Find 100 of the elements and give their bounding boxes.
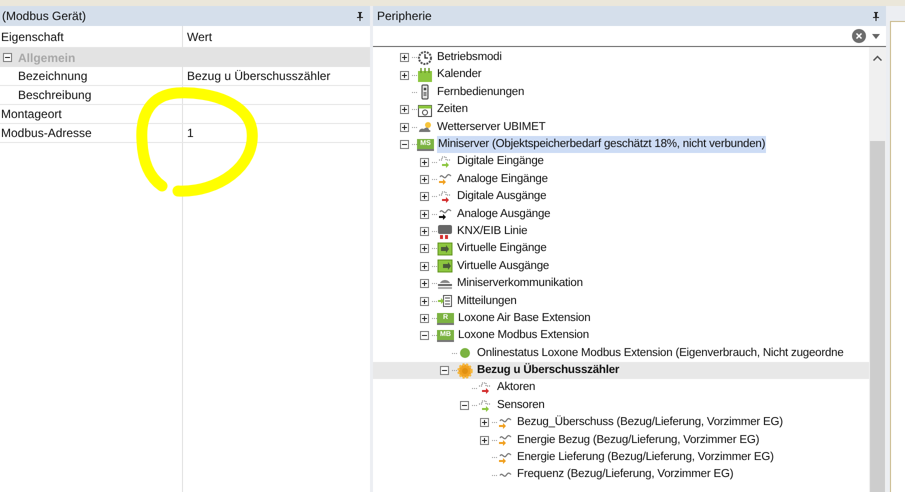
scrollbar-thumb[interactable] [870, 141, 885, 492]
property-name: Modbus-Adresse [0, 124, 183, 142]
tree-row[interactable]: Energie Bezug (Bezug/Lieferung, Vorzimmer EG) [373, 432, 869, 449]
tree-item[interactable]: Zeiten [436, 101, 469, 118]
tree-row[interactable]: Virtuelle Ausgänge [373, 258, 869, 276]
virtual-io-icon [437, 258, 453, 274]
property-name: Beschreibung [0, 86, 183, 104]
expand-icon[interactable] [400, 70, 409, 80]
tree-row[interactable]: Betriebsmodi [373, 49, 869, 66]
tree-item[interactable]: Sensoren [496, 396, 546, 414]
tree-item[interactable]: Mitteilungen [456, 292, 518, 310]
tree-item[interactable]: Energie Lieferung (Bezug/Lieferung, Vorzimmer EG) [516, 449, 775, 466]
column-header[interactable]: Eigenschaft [0, 26, 183, 47]
tree-row[interactable]: Fernbedienungen [373, 84, 869, 102]
expand-icon[interactable] [400, 105, 409, 114]
tree-row[interactable]: Mitteilungen [373, 292, 869, 310]
virtual-io-icon [437, 240, 453, 257]
clock-icon [417, 50, 433, 66]
tree-row[interactable]: Aktoren [373, 379, 869, 397]
property-value[interactable]: 1 [183, 124, 370, 142]
tree-row[interactable]: Kalender [373, 66, 869, 84]
tree-row[interactable]: Wetterserver UBIMET [373, 118, 869, 136]
signal-arrow-icon [437, 171, 453, 188]
tree-row[interactable]: Energie Lieferung (Bezug/Lieferung, Vorzimmer EG) [373, 448, 869, 466]
collapse-icon[interactable] [440, 366, 449, 376]
tree-item[interactable]: Miniserverkommunikation [456, 275, 584, 292]
signal-arrow-icon [437, 154, 453, 170]
tree-row[interactable]: Miniserverkommunikation [373, 275, 869, 292]
tree-item[interactable]: Virtuelle Eingänge [456, 240, 548, 258]
tree-item[interactable]: Wetterserver UBIMET [436, 118, 546, 136]
tree-row[interactable]: KNX/EIB Linie [373, 222, 869, 240]
expand-icon[interactable] [420, 158, 429, 167]
scrollbar[interactable] [869, 47, 886, 492]
expand-icon[interactable] [420, 210, 429, 219]
tree-item[interactable]: Digitale Ausgänge [456, 188, 548, 206]
tree-item[interactable]: Bezug_Überschuss (Bezug/Lieferung, Vorzimmer EG) [516, 414, 784, 432]
tree-item[interactable]: KNX/EIB Linie [456, 222, 528, 240]
column-header[interactable]: Wert [183, 26, 370, 47]
collapse-icon[interactable] [400, 140, 409, 150]
expand-icon[interactable] [480, 436, 489, 445]
expand-icon[interactable] [420, 227, 429, 236]
clear-icon[interactable] [852, 29, 866, 43]
category-label: Allgemein [18, 50, 76, 66]
expand-icon[interactable] [420, 192, 429, 202]
wave-icon [498, 472, 512, 478]
tree-row[interactable]: Frequenz (Bezug/Lieferung, Vorzimmer EG) [373, 466, 869, 484]
tree-item[interactable]: Digitale Eingänge [456, 153, 545, 171]
property-name: Bezeichnung [0, 67, 183, 85]
tree-item[interactable]: Aktoren [496, 379, 536, 397]
signal-arrow-icon [437, 188, 453, 205]
tree-item[interactable]: Energie Bezug (Bezug/Lieferung, Vorzimmer EG) [516, 432, 760, 449]
tree-item[interactable]: Onlinestatus Loxone Modbus Extension (Eigenverbrauch, Nicht zugeordne [476, 344, 845, 362]
search-field[interactable] [373, 26, 886, 47]
tree-item[interactable]: Analoge Ausgänge [456, 206, 552, 223]
list-arrow-icon [437, 293, 453, 310]
tree-item[interactable]: Frequenz (Bezug/Lieferung, Vorzimmer EG) [516, 466, 734, 484]
tree-item[interactable]: Loxone Modbus Extension [457, 327, 590, 345]
property-value[interactable]: Bezug u Überschusszähler [183, 67, 370, 85]
tree-row[interactable]: Bezug u Überschusszähler [373, 362, 869, 380]
gear-icon [457, 362, 473, 379]
expand-icon[interactable] [420, 279, 429, 288]
expand-icon[interactable] [420, 174, 429, 184]
collapse-icon[interactable] [3, 53, 12, 62]
tree-item[interactable]: Analoge Eingänge [456, 170, 549, 188]
signal-arrow-icon [477, 380, 493, 396]
signal-arrow-icon [497, 432, 513, 448]
panel-title: Peripherie [377, 8, 432, 25]
expand-icon[interactable] [420, 262, 429, 271]
expand-icon[interactable] [480, 418, 489, 428]
tree-row[interactable]: Analoge Ausgänge [373, 206, 869, 223]
tree-item[interactable]: Kalender [436, 66, 482, 84]
tree-row[interactable]: Sensoren [373, 396, 869, 414]
tree-row[interactable]: Analoge Eingänge [373, 170, 869, 188]
signal-arrow-icon [477, 398, 493, 414]
tree-item[interactable]: Fernbedienungen [436, 84, 526, 102]
panel-title: (Modbus Gerät) [2, 8, 86, 25]
tree-item[interactable]: Miniserver (Objektspeicherbedarf geschätzt 18%, nicht verbunden) [437, 136, 766, 154]
dropdown-caret-icon[interactable] [872, 34, 880, 38]
expand-icon[interactable] [420, 296, 429, 306]
collapse-icon[interactable] [460, 401, 469, 410]
signal-arrow-icon [437, 206, 453, 222]
tree-item[interactable]: Bezug u Überschusszähler [476, 362, 620, 380]
pin-icon[interactable] [872, 12, 880, 20]
pin-icon[interactable] [356, 12, 364, 20]
tree-row[interactable]: Digitale Eingänge [373, 153, 869, 171]
knx-device-icon [437, 224, 453, 240]
tree-item[interactable]: Virtuelle Ausgänge [456, 258, 550, 275]
expand-icon[interactable] [420, 244, 429, 254]
tree-row[interactable]: Bezug_Überschuss (Bezug/Lieferung, Vorzimmer EG) [373, 414, 869, 432]
scroll-up-icon[interactable] [873, 55, 882, 61]
tree-row[interactable]: Digitale Ausgänge [373, 188, 869, 206]
tree-item[interactable]: Betriebsmodi [436, 49, 503, 66]
collapse-icon[interactable] [420, 331, 429, 340]
expand-icon[interactable] [420, 314, 429, 324]
tree-item[interactable]: Loxone Air Base Extension [457, 310, 592, 328]
tree-row[interactable]: Zeiten [373, 101, 869, 119]
expand-icon[interactable] [400, 53, 409, 62]
expand-icon[interactable] [400, 122, 409, 132]
tree-row[interactable]: Virtuelle Eingänge [373, 240, 869, 258]
tree-row[interactable]: Onlinestatus Loxone Modbus Extension (Eigenverbrauch, Nicht zugeordne [373, 344, 869, 362]
